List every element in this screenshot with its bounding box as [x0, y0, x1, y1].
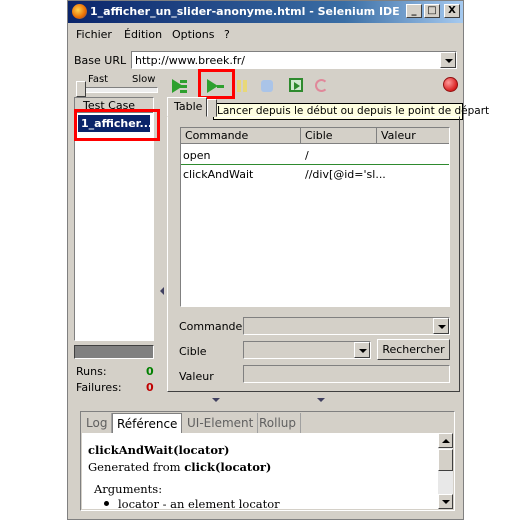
window-title: 1_afficher_un_slider-anonyme.html - Sele…: [90, 5, 400, 18]
maximize-button[interactable]: □: [424, 4, 440, 18]
command-table[interactable]: Commande Cible Valeur open / clickAndWai…: [180, 127, 450, 307]
row-target: //div[@id='sl...: [305, 168, 386, 181]
command-field-label: Commande: [179, 320, 243, 333]
scroll-down-icon[interactable]: [438, 494, 453, 509]
firefox-icon: [72, 4, 87, 19]
row-target: /: [305, 149, 309, 162]
chevron-down-icon[interactable]: [440, 52, 456, 68]
chevron-down-icon[interactable]: [433, 318, 449, 334]
value-field-label: Valeur: [179, 370, 214, 383]
menu-help[interactable]: ?: [224, 28, 230, 41]
tab-log[interactable]: Log: [82, 413, 113, 433]
value-input[interactable]: [243, 365, 450, 383]
command-select[interactable]: [243, 317, 450, 335]
speed-slow-label: Slow: [132, 74, 156, 85]
pause-icon[interactable]: [233, 77, 251, 95]
table-row[interactable]: open /: [181, 146, 449, 164]
column-header-commande[interactable]: Commande: [181, 128, 301, 144]
rollup-icon[interactable]: [288, 77, 306, 95]
target-field-label: Cible: [179, 345, 207, 358]
find-button[interactable]: Rechercher: [377, 339, 450, 360]
play-all-icon[interactable]: [170, 77, 188, 95]
base-url-label: Base URL: [74, 54, 127, 67]
target-select[interactable]: [243, 341, 371, 359]
base-url-input[interactable]: http://www.breek.fr/: [131, 51, 457, 69]
step-icon[interactable]: [258, 77, 276, 95]
menu-bar: Fichier Édition Options ?: [68, 25, 463, 45]
menu-options[interactable]: Options: [172, 28, 214, 41]
selenium-ide-window: 1_afficher_un_slider-anonyme.html - Sele…: [67, 0, 489, 520]
speed-slider-track[interactable]: [76, 87, 158, 93]
reference-scrollbar[interactable]: [438, 433, 453, 509]
reference-argument: locator - an element locator: [104, 497, 280, 509]
speed-fast-label: Fast: [88, 74, 109, 85]
runs-label: Runs:: [76, 365, 107, 378]
failures-label: Failures:: [76, 381, 122, 394]
tab-reference[interactable]: Référence: [112, 413, 183, 433]
horizontal-splitter[interactable]: [167, 397, 460, 403]
title-bar: 1_afficher_un_slider-anonyme.html - Sele…: [68, 1, 463, 23]
column-header-cible[interactable]: Cible: [301, 128, 377, 144]
scroll-up-icon[interactable]: [438, 433, 453, 448]
speed-slider-thumb[interactable]: [76, 81, 86, 97]
menu-edition[interactable]: Édition: [124, 28, 162, 41]
minimize-button[interactable]: _: [406, 4, 422, 18]
scroll-thumb[interactable]: [438, 449, 453, 471]
tab-table[interactable]: Table: [167, 97, 207, 117]
failures-count: 0: [146, 381, 154, 394]
reference-generated-prefix: Generated from: [88, 460, 185, 474]
tab-ui-element[interactable]: UI-Element: [183, 413, 259, 433]
annotation-box-play: [198, 69, 235, 99]
table-row[interactable]: clickAndWait //div[@id='sl...: [181, 165, 449, 183]
row-command: clickAndWait: [183, 168, 254, 181]
close-button[interactable]: X: [444, 4, 460, 18]
reference-generated-link: click(locator): [184, 460, 272, 474]
column-header-valeur[interactable]: Valeur: [377, 128, 449, 144]
tab-source[interactable]: [207, 99, 217, 117]
record-icon[interactable]: [443, 77, 458, 92]
runs-count: 0: [146, 365, 154, 378]
tab-rollup[interactable]: Rollup: [255, 413, 302, 433]
reference-title: clickAndWait(locator): [88, 443, 230, 457]
annotation-box-test-case: [74, 109, 160, 141]
schedule-icon[interactable]: [313, 77, 331, 95]
row-command: open: [183, 149, 211, 162]
progress-bar: [74, 345, 154, 359]
reference-content: clickAndWait(locator) Generated from cli…: [82, 433, 438, 509]
reference-arguments-label: Arguments:: [94, 482, 163, 496]
reference-generated: Generated from click(locator): [88, 460, 271, 474]
vertical-splitter[interactable]: [159, 97, 165, 393]
base-url-value: http://www.breek.fr/: [135, 54, 245, 67]
chevron-down-icon[interactable]: [354, 342, 370, 358]
menu-fichier[interactable]: Fichier: [76, 28, 112, 41]
